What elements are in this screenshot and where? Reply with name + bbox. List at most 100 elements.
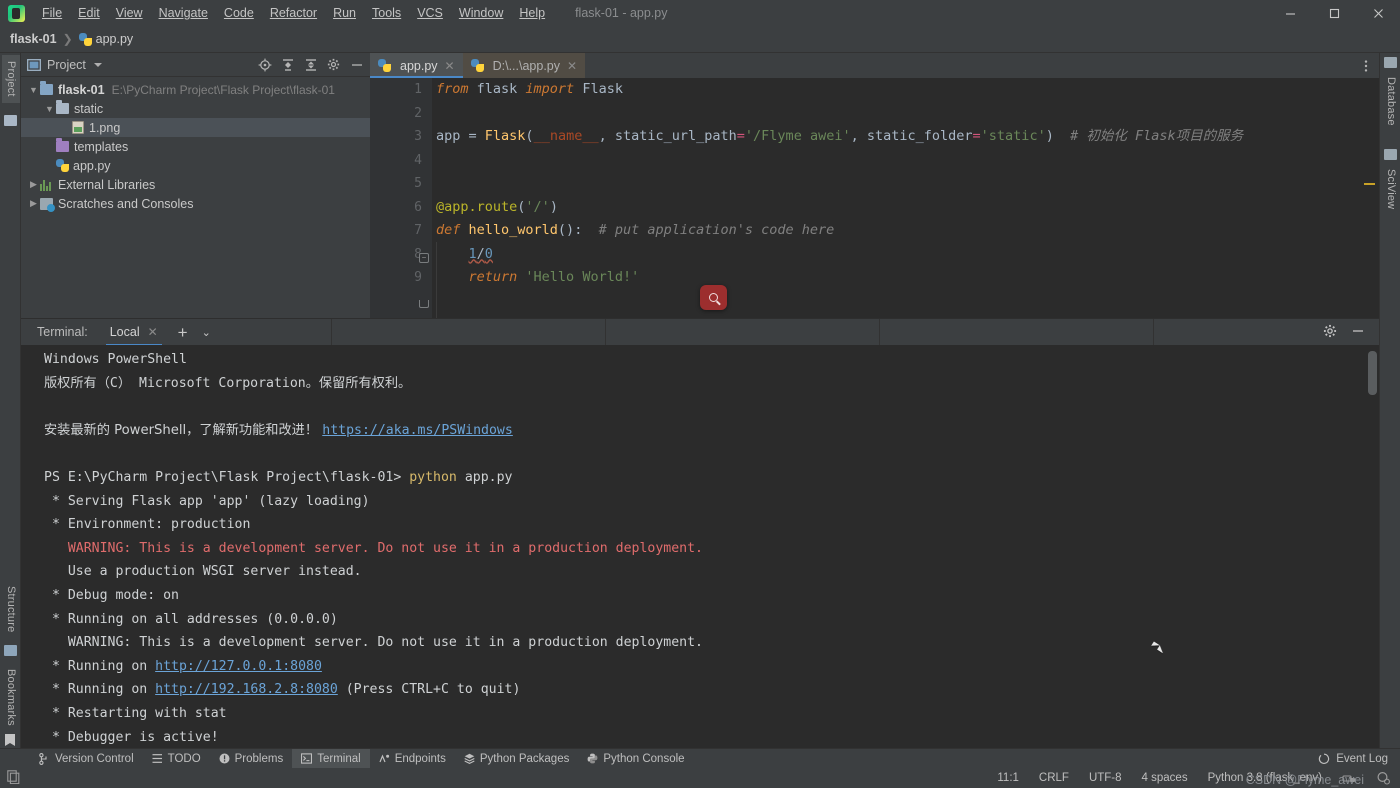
locate-file-button[interactable] [257,57,272,72]
tool-button-terminal[interactable]: Terminal [292,748,370,769]
memory-indicator-icon[interactable] [7,769,20,787]
terminal-output[interactable]: Windows PowerShell 版权所有（C） Microsoft Cor… [21,345,1379,748]
breadcrumb-root[interactable]: flask-01 [10,32,57,46]
tree-node-label: flask-01 [58,82,105,97]
editor-tab-app-py[interactable]: app.py ✕ [370,53,463,78]
project-settings-button[interactable] [326,57,341,72]
terminal-tab-local[interactable]: Local ✕ [105,319,162,346]
terminal-line: 安装最新的 PowerShell，了解新功能和改进！ https://aka.m… [44,422,513,438]
chevron-right-icon[interactable]: ▶ [27,198,40,209]
git-branch-widget[interactable] [1342,771,1356,785]
fold-region-end-icon[interactable] [419,300,429,308]
tool-button-label: Terminal [317,752,361,765]
terminal-link-pswindows[interactable]: https://aka.ms/PSWindows [322,423,513,438]
terminal-settings-button[interactable] [1323,324,1337,341]
terminal-link-localhost[interactable]: http://127.0.0.1:8080 [155,659,322,674]
tree-node-scratches-and-consoles[interactable]: ▶ Scratches and Consoles [21,194,370,213]
tool-button-todo[interactable]: TODO [143,749,210,769]
bookmark-icon [5,734,15,746]
event-log-icon [1319,753,1330,764]
tree-node-label: static [74,101,104,116]
menu-tools[interactable]: Tools [364,2,409,24]
chevron-down-icon[interactable] [93,62,102,67]
chevron-right-icon[interactable]: ▶ [27,179,40,190]
panel-splitter[interactable] [878,318,880,346]
endpoints-icon [379,754,389,763]
python-file-icon [56,159,69,172]
fold-region-collapse-icon[interactable]: − [419,253,429,263]
python-interpreter[interactable]: Python 3.8 (flask_env) [1208,772,1322,784]
tree-node-external-libraries[interactable]: ▶ External Libraries [21,175,370,194]
editor-tab-options-button[interactable] [1359,53,1379,78]
chevron-down-icon[interactable]: ▼ [27,85,40,95]
left-tool-strip: Project Structure Bookmarks [0,53,21,748]
tool-window-sciview[interactable]: SciView [1382,165,1400,213]
inspection-widget-status[interactable] [1376,771,1390,785]
code-content[interactable]: from flask import Flask app = Flask(__na… [432,78,1379,318]
chevron-down-icon[interactable]: ▼ [43,104,56,114]
menu-vcs[interactable]: VCS [409,2,451,24]
tool-button-python-console[interactable]: Python Console [578,749,693,769]
new-terminal-button[interactable]: + [178,324,188,341]
tree-node-static[interactable]: ▼ static [21,99,370,118]
menu-code[interactable]: Code [216,2,262,24]
breadcrumb-file[interactable]: app.py [96,32,134,46]
scratches-icon [40,197,55,212]
window-close-button[interactable] [1356,0,1400,26]
terminal-link-lan[interactable]: http://192.168.2.8:8080 [155,682,338,697]
event-log-button[interactable]: Event Log [1318,753,1400,765]
python-file-icon [378,59,391,72]
search-icon [709,293,718,302]
code-editor[interactable]: 1 2 3 4 5 6 7 8 9 − from flask import Fl… [370,78,1379,318]
terminal-hide-button[interactable] [1351,324,1365,341]
terminal-line: Use a production WSGI server instead. [44,564,362,580]
close-icon[interactable]: ✕ [567,59,577,73]
menu-view[interactable]: View [108,2,151,24]
close-icon[interactable]: ✕ [445,59,455,73]
expand-all-button[interactable] [280,57,295,72]
editor-error-stripe-mark[interactable] [1364,183,1375,185]
tool-button-version-control[interactable]: Version Control [30,749,143,769]
tool-button-problems[interactable]: Problems [210,749,293,769]
search-popup-button[interactable] [700,285,727,310]
menu-run[interactable]: Run [325,2,364,24]
caret-position[interactable]: 11:1 [997,772,1019,784]
window-minimize-button[interactable] [1268,0,1312,26]
menu-file[interactable]: File [34,2,70,24]
code-line-8: 1/0 [468,245,493,262]
tool-window-project[interactable]: Project [2,55,20,103]
tree-node-templates[interactable]: templates [21,137,370,156]
hide-panel-button[interactable] [349,57,364,72]
tool-window-database[interactable]: Database [1382,73,1400,130]
window-maximize-button[interactable] [1312,0,1356,26]
terminal-options-chevron-icon[interactable]: ⌄ [202,326,211,339]
menu-refactor[interactable]: Refactor [262,2,325,24]
close-icon[interactable]: ✕ [148,325,158,339]
menu-window[interactable]: Window [451,2,511,24]
menu-help[interactable]: Help [511,2,553,24]
tool-button-python-packages[interactable]: Python Packages [455,749,579,769]
terminal-scrollbar[interactable] [1368,351,1377,395]
menu-edit-label: Edit [78,6,100,20]
tree-node-flask-01[interactable]: ▼ flask-01 E:\PyCharm Project\Flask Proj… [21,80,370,99]
tool-button-endpoints[interactable]: Endpoints [370,749,455,769]
editor-tab-d-app-py[interactable]: D:\...\app.py ✕ [462,53,586,78]
tool-button-label: Python Console [603,752,685,765]
tool-window-bookmarks[interactable]: Bookmarks [2,663,20,732]
file-encoding[interactable]: UTF-8 [1089,772,1122,784]
terminal-line: * Serving Flask app 'app' (lazy loading) [44,493,370,509]
tree-node-app-py[interactable]: app.py [21,156,370,175]
line-number: 7 [414,223,422,238]
collapse-all-button[interactable] [303,57,318,72]
line-separator[interactable]: CRLF [1039,772,1069,784]
menu-vcs-label: VCS [417,6,443,20]
panel-splitter[interactable] [604,318,606,346]
panel-splitter[interactable] [1152,318,1154,346]
tree-node-1-png[interactable]: 1.png [21,118,370,137]
indent-setting[interactable]: 4 spaces [1142,772,1188,784]
menu-edit[interactable]: Edit [70,2,108,24]
panel-splitter[interactable] [330,318,332,346]
tool-window-structure[interactable]: Structure [2,580,20,638]
menu-navigate[interactable]: Navigate [151,2,216,24]
